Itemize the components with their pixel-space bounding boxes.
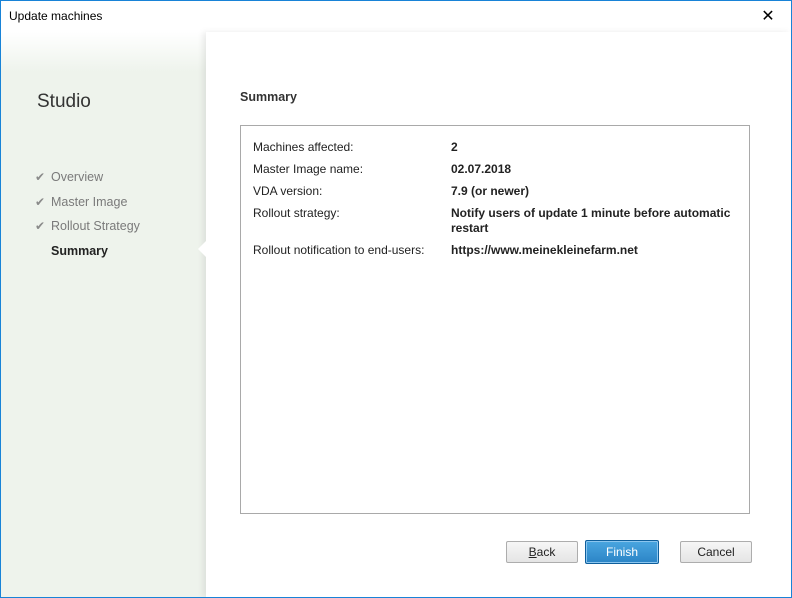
back-button-accelerator: B xyxy=(528,545,537,559)
wizard-content: Summary Machines affected: 2 Master Imag… xyxy=(206,32,791,597)
step-summary: Summary xyxy=(35,239,140,264)
summary-value: Notify users of update 1 minute before a… xyxy=(451,206,731,235)
check-icon: ✔ xyxy=(35,170,46,185)
summary-row: Machines affected: 2 xyxy=(253,140,736,162)
studio-brand: Studio xyxy=(37,91,91,112)
close-icon: ✕ xyxy=(761,8,775,25)
summary-table: Machines affected: 2 Master Image name: … xyxy=(253,140,736,265)
check-icon: ✔ xyxy=(35,194,46,209)
back-button[interactable]: Back xyxy=(506,541,578,563)
step-label: Overview xyxy=(51,170,104,185)
update-machines-window: Update machines ✕ Studio ✔ Overview ✔ Ma… xyxy=(0,0,792,598)
summary-row: Rollout notification to end-users: https… xyxy=(253,243,736,265)
summary-value: 02.07.2018 xyxy=(451,162,512,176)
summary-value: https://www.meinekleinefarm.net xyxy=(451,243,638,257)
cancel-button-label: Cancel xyxy=(697,545,735,559)
title-bar[interactable]: Update machines ✕ xyxy=(1,1,791,32)
step-master-image: ✔ Master Image xyxy=(35,190,140,215)
summary-key: Machines affected: xyxy=(253,140,354,154)
summary-row: VDA version: 7.9 (or newer) xyxy=(253,184,736,206)
summary-key: Master Image name: xyxy=(253,162,364,176)
summary-value: 2 xyxy=(451,140,458,154)
summary-key: VDA version: xyxy=(253,184,323,198)
summary-box: Machines affected: 2 Master Image name: … xyxy=(240,125,750,514)
finish-button[interactable]: Finish xyxy=(585,540,659,564)
current-step-pointer xyxy=(198,241,206,257)
finish-button-label: Finish xyxy=(605,545,638,559)
summary-row: Rollout strategy: Notify users of update… xyxy=(253,206,736,243)
cancel-button[interactable]: Cancel xyxy=(680,541,752,563)
step-label: Summary xyxy=(51,243,108,258)
window-title: Update machines xyxy=(9,9,103,23)
step-overview: ✔ Overview xyxy=(35,165,140,190)
step-label: Master Image xyxy=(51,194,128,209)
close-button[interactable]: ✕ xyxy=(745,1,791,31)
wizard-sidebar: Studio ✔ Overview ✔ Master Image ✔ Rollo… xyxy=(1,32,206,597)
wizard-steps: ✔ Overview ✔ Master Image ✔ Rollout Stra… xyxy=(35,165,140,263)
summary-value: 7.9 (or newer) xyxy=(451,184,530,198)
summary-key: Rollout strategy: xyxy=(253,206,340,220)
step-rollout-strategy: ✔ Rollout Strategy xyxy=(35,214,140,239)
back-button-label: ack xyxy=(536,545,556,559)
summary-row: Master Image name: 02.07.2018 xyxy=(253,162,736,184)
step-label: Rollout Strategy xyxy=(51,219,140,234)
page-title: Summary xyxy=(240,90,297,104)
summary-key: Rollout notification to end-users: xyxy=(253,243,425,257)
check-icon: ✔ xyxy=(35,219,46,234)
